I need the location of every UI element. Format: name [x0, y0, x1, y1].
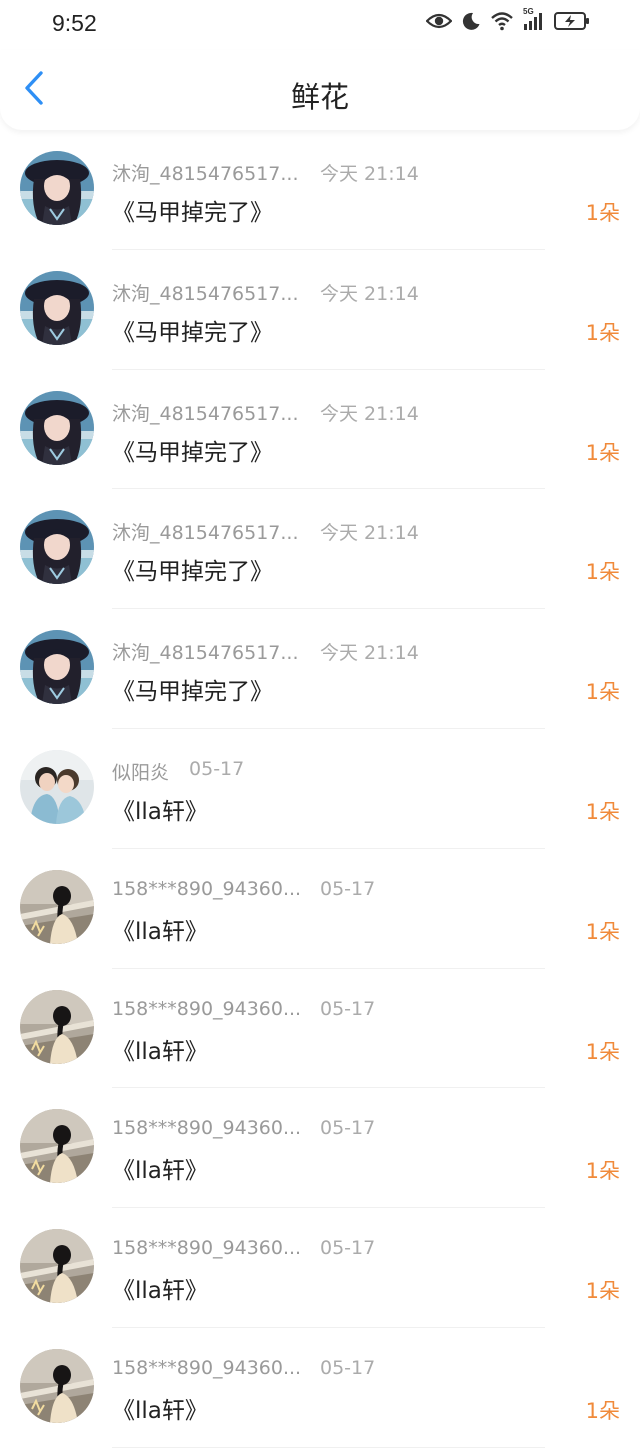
book-title: 《马甲掉完了》	[112, 559, 273, 586]
list-item[interactable]: 158***890_94360... 05-17 《lla轩》 1朵	[0, 969, 640, 1089]
avatar[interactable]	[20, 749, 94, 824]
timestamp: 今天 21:14	[320, 522, 419, 545]
timestamp: 05-17	[320, 997, 376, 1020]
timestamp: 05-17	[320, 1237, 376, 1260]
book-title: 《马甲掉完了》	[112, 319, 273, 346]
avatar[interactable]	[20, 151, 94, 225]
status-time: 9:52	[52, 10, 97, 36]
row-meta: 沐洵_4815476517... 今天 21:14	[112, 518, 419, 545]
row-meta: 158***890_94360... 05-17	[112, 998, 375, 1020]
list-item[interactable]: 沐洵_4815476517... 今天 21:14 《马甲掉完了》 1朵	[0, 250, 640, 370]
list-item[interactable]: 158***890_94360... 05-17 《lla轩》 1朵	[0, 1088, 640, 1209]
timestamp: 05-17	[189, 757, 245, 780]
flower-count: 1朵	[585, 1039, 620, 1064]
timestamp: 05-17	[320, 1117, 376, 1140]
avatar[interactable]	[20, 1348, 94, 1423]
page-title: 鲜花	[290, 80, 349, 114]
username[interactable]: 158***890_94360...	[112, 878, 320, 900]
timestamp: 今天 21:14	[320, 642, 419, 665]
flower-count: 1朵	[585, 799, 620, 824]
avatar[interactable]	[20, 270, 94, 345]
username[interactable]: 沐洵_4815476517...	[112, 518, 320, 545]
avatar[interactable]	[20, 869, 94, 944]
flower-count: 1朵	[585, 440, 620, 465]
nav-header: 鲜花	[0, 50, 640, 130]
book-title: 《lla轩》	[112, 1278, 208, 1305]
timestamp: 今天 21:14	[320, 282, 419, 305]
timestamp: 今天 21:14	[320, 402, 419, 425]
signal-icon: 5G	[523, 7, 545, 31]
username[interactable]: 沐洵_4815476517...	[112, 638, 320, 665]
username[interactable]: 沐洵_4815476517...	[112, 399, 320, 426]
moon-icon	[461, 11, 481, 31]
username[interactable]: 沐洵_4815476517...	[112, 279, 320, 306]
book-title: 《马甲掉完了》	[112, 679, 273, 706]
row-meta: 沐洵_4815476517... 今天 21:14	[112, 399, 419, 426]
list-item[interactable]: 沐洵_4815476517... 今天 21:14 《马甲掉完了》 1朵	[0, 609, 640, 729]
username[interactable]: 沐洵_4815476517...	[112, 159, 320, 186]
list-item[interactable]: 沐洵_4815476517... 今天 21:14 《马甲掉完了》 1朵	[0, 130, 640, 250]
eye-icon	[426, 12, 452, 30]
timestamp: 今天 21:14	[320, 163, 419, 185]
wifi-icon	[490, 11, 514, 31]
timestamp: 05-17	[320, 877, 376, 900]
username[interactable]: 158***890_94360...	[112, 1357, 320, 1379]
list-item[interactable]: 沐洵_4815476517... 今天 21:14 《马甲掉完了》 1朵	[0, 370, 640, 490]
book-title: 《lla轩》	[112, 1158, 208, 1185]
battery-charging-icon	[554, 11, 590, 31]
avatar[interactable]	[20, 1109, 94, 1184]
row-meta: 沐洵_4815476517... 今天 21:14	[112, 638, 419, 665]
book-title: 《lla轩》	[112, 1397, 208, 1424]
row-meta: 158***890_94360... 05-17	[112, 1357, 375, 1379]
flower-count: 1朵	[585, 680, 620, 705]
row-meta: 沐洵_4815476517... 今天 21:14	[112, 159, 419, 186]
username[interactable]: 158***890_94360...	[112, 1237, 320, 1259]
list-item[interactable]: 158***890_94360... 05-17 《lla轩》 1朵	[0, 1328, 640, 1448]
avatar[interactable]	[20, 390, 94, 465]
row-meta: 158***890_94360... 05-17	[112, 1117, 375, 1139]
flower-count: 1朵	[585, 560, 620, 585]
book-title: 《lla轩》	[112, 918, 208, 945]
username[interactable]: 158***890_94360...	[112, 998, 320, 1020]
avatar[interactable]	[20, 510, 94, 585]
timestamp: 05-17	[320, 1356, 376, 1379]
list-item[interactable]: 158***890_94360... 05-17 《lla轩》 1朵	[0, 1208, 640, 1328]
flower-count: 1朵	[585, 919, 620, 944]
book-title: 《马甲掉完了》	[112, 439, 273, 466]
book-title: 《lla轩》	[112, 1038, 208, 1065]
row-meta: 158***890_94360... 05-17	[112, 1237, 375, 1259]
flower-count: 1朵	[585, 320, 620, 345]
flower-list: 沐洵_4815476517... 今天 21:14 《马甲掉完了》 1朵 沐洵_481…	[0, 130, 640, 1448]
status-bar: 9:52 5G	[0, 0, 640, 50]
username[interactable]: 158***890_94360...	[112, 1117, 320, 1139]
row-meta: 158***890_94360... 05-17	[112, 878, 375, 900]
list-item[interactable]: 似阳炎 05-17 《lla轩》 1朵	[0, 729, 640, 849]
avatar[interactable]	[20, 989, 94, 1064]
flower-count: 1朵	[585, 1398, 620, 1423]
avatar[interactable]	[20, 630, 94, 705]
flower-count: 1朵	[585, 1159, 620, 1184]
flower-count: 1朵	[585, 201, 620, 225]
avatar[interactable]	[20, 1229, 94, 1304]
row-meta: 沐洵_4815476517... 今天 21:14	[112, 279, 419, 306]
list-item[interactable]: 158***890_94360... 05-17 《lla轩》 1朵	[0, 849, 640, 969]
status-icons: 5G	[426, 7, 590, 31]
book-title: 《lla轩》	[112, 798, 208, 825]
flower-count: 1朵	[585, 1279, 620, 1304]
list-item[interactable]: 沐洵_4815476517... 今天 21:14 《马甲掉完了》 1朵	[0, 489, 640, 610]
row-meta: 似阳炎 05-17	[112, 758, 244, 785]
book-title: 《马甲掉完了》	[112, 200, 273, 226]
network-type-label: 5G	[523, 7, 534, 16]
username[interactable]: 似阳炎	[112, 758, 169, 785]
